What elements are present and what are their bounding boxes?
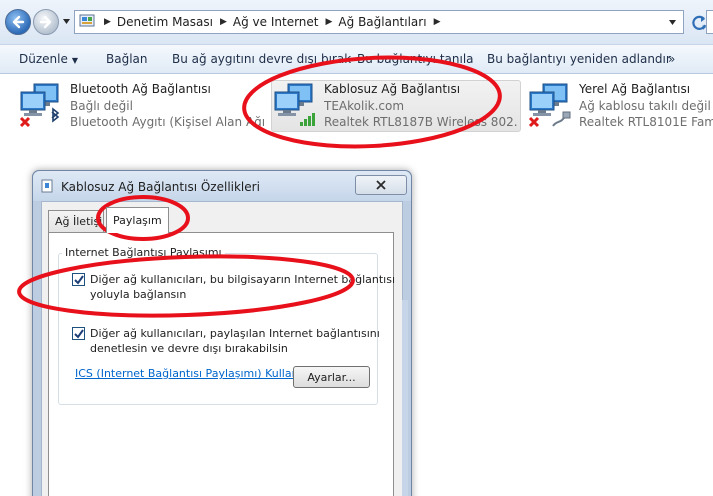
disable-device-button[interactable]: Bu ağ aygıtını devre dışı bırak	[172, 52, 351, 66]
allow-control-label-line2: denetlesin ve devre dışı bırakabilsin	[90, 342, 288, 355]
connection-device: Realtek RTL8101E Family	[579, 115, 713, 129]
address-dropdown-icon[interactable]	[668, 18, 677, 27]
rename-connection-button[interactable]: Bu bağlantıyı yeniden adlandır	[487, 52, 671, 66]
bluetooth-icon	[51, 107, 60, 123]
connection-status: Bağlı değil	[70, 99, 133, 113]
allow-connect-checkbox[interactable]	[72, 273, 85, 286]
ics-group-label: Internet Bağlantısı Paylaşımı	[62, 246, 225, 259]
organize-button[interactable]: Düzenle ▼	[19, 52, 78, 66]
back-arrow-icon	[12, 15, 25, 29]
connection-wireless[interactable]: Kablosuz Ağ Bağlantısı TEAkolik.com Real…	[272, 78, 520, 132]
back-button[interactable]	[5, 9, 31, 35]
dialog-titlebar[interactable]: Kablosuz Ağ Bağlantısı Özellikleri	[33, 171, 411, 201]
network-computers-icon	[19, 83, 60, 128]
allow-connect-label-line2: yoluyla bağlansın	[90, 288, 187, 301]
network-computers-icon	[274, 83, 315, 126]
forward-button[interactable]	[33, 9, 59, 35]
address-bar-row: ▶ Denetim Masası ▶ Ağ ve Internet ▶ Ağ B…	[0, 0, 713, 44]
connection-device: Bluetooth Aygıtı (Kişisel Alan Ağı)	[70, 115, 265, 129]
breadcrumb-network-connections[interactable]: Ağ Bağlantıları	[338, 15, 426, 29]
recent-pages-dropdown-icon[interactable]	[62, 17, 71, 26]
more-commands-button[interactable]: »	[668, 52, 675, 66]
properties-dialog: Kablosuz Ağ Bağlantısı Özellikleri Ağ İl…	[32, 170, 412, 496]
connection-status: Ağ kablosu takılı değil	[579, 99, 711, 113]
connection-properties-icon	[41, 179, 53, 193]
wireless-signal-icon	[300, 113, 315, 126]
organize-label: Düzenle	[19, 52, 68, 66]
organize-dropdown-icon: ▼	[71, 56, 79, 65]
breadcrumb-separator[interactable]: ▶	[220, 17, 227, 27]
forward-arrow-icon	[39, 15, 52, 29]
connection-status: TEAkolik.com	[324, 99, 405, 113]
dialog-title: Kablosuz Ağ Bağlantısı Özellikleri	[61, 180, 260, 194]
window-edge	[402, 300, 408, 496]
close-icon	[376, 180, 386, 190]
address-box[interactable]: ▶ Denetim Masası ▶ Ağ ve Internet ▶ Ağ B…	[74, 10, 684, 34]
breadcrumb-separator: ▶	[104, 17, 111, 27]
breadcrumb-control-panel[interactable]: Denetim Masası	[117, 15, 213, 29]
network-cable-icon	[552, 111, 571, 127]
dialog-body: Ağ İletişimi Paylaşım Internet Bağlantıs…	[41, 201, 403, 496]
breadcrumb-network-internet[interactable]: Ağ ve Internet	[233, 15, 319, 29]
allow-connect-label-line1: Diğer ağ kullanıcıları, bu bilgisayarın …	[90, 273, 396, 286]
allow-control-checkbox[interactable]	[72, 327, 85, 340]
allow-control-label-line1: Diğer ağ kullanıcıları, paylaşılan Inter…	[90, 327, 380, 340]
connection-local-area[interactable]: Yerel Ağ Bağlantısı Ağ kablosu takılı de…	[527, 78, 713, 132]
diagnose-button[interactable]: Bu bağlantıyı tanıla	[357, 52, 474, 66]
breadcrumb-separator[interactable]: ▶	[326, 17, 333, 27]
control-panel-icon	[79, 14, 95, 27]
connection-name: Kablosuz Ağ Bağlantısı	[324, 82, 461, 96]
tab-sharing[interactable]: Paylaşım	[106, 207, 169, 233]
network-computers-icon	[528, 83, 571, 128]
close-button[interactable]	[355, 175, 407, 195]
connection-name: Yerel Ağ Bağlantısı	[579, 82, 691, 96]
breadcrumb-separator[interactable]: ▶	[434, 17, 441, 27]
checkmark-icon	[73, 274, 84, 285]
connect-button[interactable]: Bağlan	[106, 52, 148, 66]
search-box-edge[interactable]	[706, 10, 713, 34]
ics-help-link[interactable]: ICS (Internet Bağlantısı Paylaşımı) Kull…	[75, 367, 316, 380]
tab-networking[interactable]: Ağ İletişimi	[48, 210, 104, 232]
checkmark-icon	[73, 328, 84, 339]
connection-bluetooth[interactable]: Bluetooth Ağ Bağlantısı Bağlı değil Blue…	[18, 78, 265, 132]
connection-device: Realtek RTL8187B Wireless 802.11b...	[324, 115, 518, 129]
command-bar: Düzenle ▼ Bağlan Bu ağ aygıtını devre dış…	[0, 44, 713, 74]
connection-name: Bluetooth Ağ Bağlantısı	[70, 82, 211, 96]
settings-button[interactable]: Ayarlar...	[293, 366, 370, 388]
